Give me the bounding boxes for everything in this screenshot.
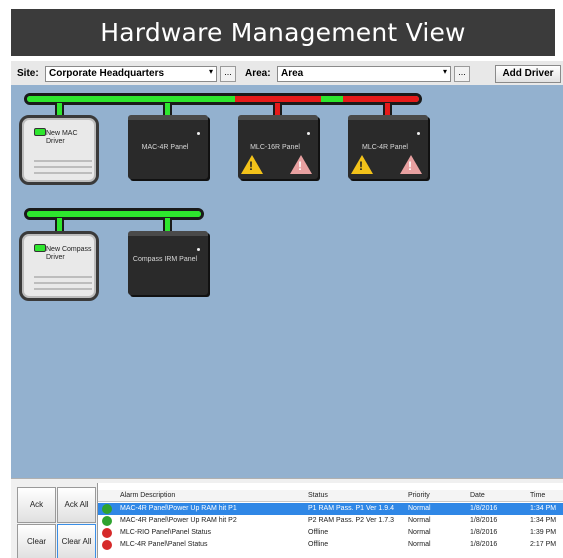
check-circle-icon (102, 516, 112, 526)
table-header: Alarm Description Status Priority Date T… (98, 490, 563, 502)
page-title: Hardware Management View (11, 9, 555, 56)
cell-description: MAC-4R Panel\Power Up RAM hit P2 (120, 517, 237, 524)
cell-status: P2 RAM Pass. P2 Ver 1.7.3 (308, 517, 394, 524)
area-label: Area: (245, 68, 271, 79)
ack-button[interactable]: Ack (17, 487, 56, 523)
panel-label: MAC-4R Panel (141, 144, 189, 151)
site-browse-button[interactable]: ... (220, 66, 236, 82)
alarm-icon: ! (290, 155, 312, 174)
driver-label: New MAC Driver (46, 130, 78, 145)
clear-all-button[interactable]: Clear All (57, 524, 96, 558)
status-led (34, 128, 46, 136)
chevron-down-icon: ▾ (208, 67, 213, 76)
cell-description: MAC-4R Panel\Power Up RAM hit P1 (120, 505, 237, 512)
check-circle-icon (102, 504, 112, 514)
error-circle-icon (102, 540, 112, 550)
driver-card-compass[interactable]: New Compass Driver (19, 231, 99, 301)
cell-date: 1/8/2016 (470, 517, 498, 524)
panel-label: MLC-4R Panel (362, 144, 408, 151)
panel-label: MLC-16R Panel (250, 144, 300, 151)
clear-button[interactable]: Clear (17, 524, 56, 558)
site-select-value: Corporate Headquarters (49, 68, 165, 79)
column-header[interactable]: Status (308, 490, 328, 502)
driver-label: New Compass Driver (46, 246, 92, 261)
table-row[interactable]: MLC-RIO Panel\Panel Status Offline Normal 1… (98, 527, 563, 539)
column-header[interactable]: Date (470, 490, 485, 502)
cell-time: 1:34 PM (530, 517, 557, 524)
cell-status: P1 RAM Pass. P1 Ver 1.9.4 (308, 505, 394, 512)
column-header[interactable]: Alarm Description (120, 490, 175, 502)
area-select-value: Area (281, 68, 304, 79)
ack-all-button[interactable]: Ack All (57, 487, 96, 523)
cell-date: 1/8/2016 (470, 529, 498, 536)
alarm-area: Ack Ack All Clear Clear All Alarm Descri… (11, 478, 563, 558)
table-row[interactable]: MAC-4R Panel\Power Up RAM hit P2 P2 RAM P… (98, 515, 563, 527)
column-header[interactable]: Time (530, 490, 545, 502)
cell-priority: Normal (408, 505, 431, 512)
cell-priority: Normal (408, 541, 431, 548)
panel-mac-4r[interactable]: MAC-4R Panel (128, 115, 208, 179)
bus-drop (163, 218, 172, 231)
alarm-table: Alarm Description Status Priority Date T… (97, 483, 563, 558)
cell-date: 1/8/2016 (470, 505, 498, 512)
driver-card-mac[interactable]: New MAC Driver (19, 115, 99, 185)
cell-priority: Normal (408, 517, 431, 524)
cell-status: Offline (308, 541, 329, 548)
cell-time: 1:39 PM (530, 529, 557, 536)
table-row[interactable]: MLC-4R Panel\Panel Status Offline Normal 1/… (98, 539, 563, 551)
cell-date: 1/8/2016 (470, 541, 498, 548)
hardware-canvas: New MAC Driver MAC-4R Panel MLC-16R Pane… (11, 85, 563, 478)
cell-description: MLC-RIO Panel\Panel Status (120, 529, 212, 536)
status-led (34, 244, 46, 252)
panel-compass-irm[interactable]: Compass IRM Panel (128, 231, 208, 295)
toolbar: Site: Corporate Headquarters ▾ ... Area:… (11, 61, 563, 85)
table-row[interactable]: MAC-4R Panel\Power Up RAM hit P1 P1 RAM P… (98, 503, 563, 515)
cell-priority: Normal (408, 529, 431, 536)
network-bus-1 (24, 93, 422, 105)
chevron-down-icon: ▾ (442, 67, 447, 76)
cell-status: Offline (308, 529, 329, 536)
site-select[interactable]: Corporate Headquarters ▾ (45, 66, 217, 82)
area-browse-button[interactable]: ... (454, 66, 470, 82)
site-label: Site: (17, 68, 39, 79)
panel-label: Compass IRM Panel (132, 256, 198, 263)
warning-icon: ! (351, 155, 373, 174)
bus-drop (55, 218, 64, 231)
column-header[interactable]: Priority (408, 490, 430, 502)
alarm-icon: ! (400, 155, 422, 174)
cell-description: MLC-4R Panel\Panel Status (120, 541, 208, 548)
cell-time: 1:34 PM (530, 505, 557, 512)
add-driver-button[interactable]: Add Driver (495, 65, 561, 83)
error-circle-icon (102, 528, 112, 538)
warning-icon: ! (241, 155, 263, 174)
cell-time: 2:17 PM (530, 541, 557, 548)
area-select[interactable]: Area ▾ (277, 66, 451, 82)
network-bus-2 (24, 208, 204, 220)
